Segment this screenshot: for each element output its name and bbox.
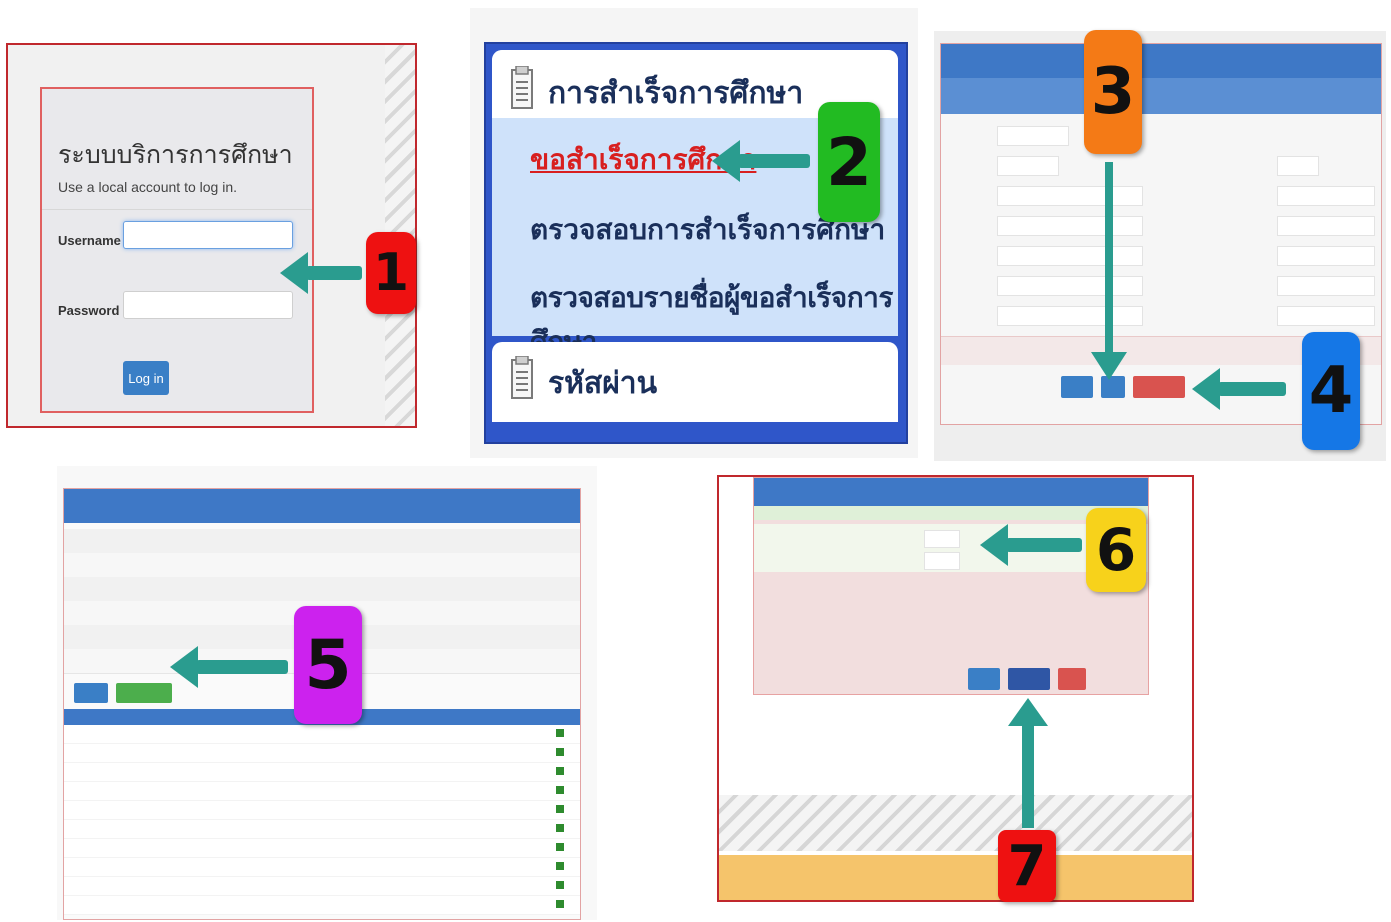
- menu-panel: การสำเร็จการศึกษา ขอสำเร็จการศึกษา ตรวจส…: [470, 8, 918, 458]
- login-form-box: ระบบบริการการศึกษา Use a local account t…: [40, 87, 314, 413]
- step-badge-2: 2: [818, 102, 880, 222]
- page-footer-stripes: [719, 795, 1192, 851]
- menu-section-password: รหัสผ่าน: [492, 342, 898, 422]
- form-field[interactable]: [1277, 246, 1375, 266]
- status-header: [64, 489, 580, 523]
- form-field[interactable]: [1277, 276, 1375, 296]
- divider: [42, 209, 312, 210]
- form-field[interactable]: [997, 186, 1143, 206]
- back-button[interactable]: [1061, 376, 1093, 398]
- back-button[interactable]: [968, 668, 1000, 690]
- info-row: [64, 553, 580, 578]
- arrow-left-icon: [280, 252, 362, 294]
- username-label: Username: [58, 233, 121, 248]
- step-badge-3: 3: [1084, 30, 1142, 154]
- login-subtitle: Use a local account to log in.: [58, 179, 237, 195]
- login-panel: ระบบบริการการศึกษา Use a local account t…: [6, 43, 417, 428]
- page-footer-bar: [719, 855, 1192, 900]
- form-field[interactable]: [997, 216, 1143, 236]
- arrow-down-icon: [1091, 162, 1127, 380]
- save-data-button[interactable]: [1008, 668, 1050, 690]
- step-badge-7: 7: [998, 830, 1056, 902]
- form-field[interactable]: [997, 276, 1143, 296]
- login-title: ระบบบริการการศึกษา: [58, 140, 293, 169]
- info-row: [64, 529, 580, 554]
- count-input[interactable]: [924, 552, 960, 570]
- form-subheader: [941, 78, 1381, 114]
- form-header: [941, 44, 1381, 78]
- back-button[interactable]: [74, 683, 108, 703]
- step-badge-4: 4: [1302, 332, 1360, 450]
- status-dot-icons: [556, 729, 564, 913]
- form-field[interactable]: [997, 306, 1143, 326]
- check-graduation-button[interactable]: [1133, 376, 1185, 398]
- form-field[interactable]: [997, 156, 1059, 176]
- step-badge-1: 1: [366, 232, 416, 314]
- form-field[interactable]: [1277, 306, 1375, 326]
- document-icon: [511, 356, 533, 399]
- info-row: [64, 577, 580, 602]
- menu-item-password[interactable]: รหัสผ่าน: [548, 360, 657, 407]
- count-input[interactable]: [924, 530, 960, 548]
- form-field[interactable]: [997, 246, 1143, 266]
- check-graduation-button[interactable]: [116, 683, 172, 703]
- arrow-up-icon: [1008, 698, 1048, 828]
- form-field[interactable]: [997, 126, 1069, 146]
- username-input[interactable]: [123, 221, 293, 249]
- login-button[interactable]: Log in: [123, 361, 169, 395]
- dialog-header: [754, 478, 1148, 506]
- menu-section-title: การสำเร็จการศึกษา: [548, 76, 804, 111]
- course-table: [64, 725, 580, 915]
- cancel-button[interactable]: [1058, 668, 1086, 690]
- step-badge-6: 6: [1086, 508, 1146, 592]
- arrow-left-icon: [1192, 368, 1286, 410]
- document-icon: [511, 66, 533, 109]
- form-field[interactable]: [1277, 186, 1375, 206]
- form-field[interactable]: [1277, 156, 1319, 176]
- password-input[interactable]: [123, 291, 293, 319]
- form-field[interactable]: [1277, 216, 1375, 236]
- password-label: Password: [58, 303, 120, 318]
- arrow-left-icon: [712, 140, 810, 182]
- step-badge-5: 5: [294, 606, 362, 724]
- arrow-left-icon: [170, 646, 288, 688]
- arrow-left-icon: [980, 524, 1082, 566]
